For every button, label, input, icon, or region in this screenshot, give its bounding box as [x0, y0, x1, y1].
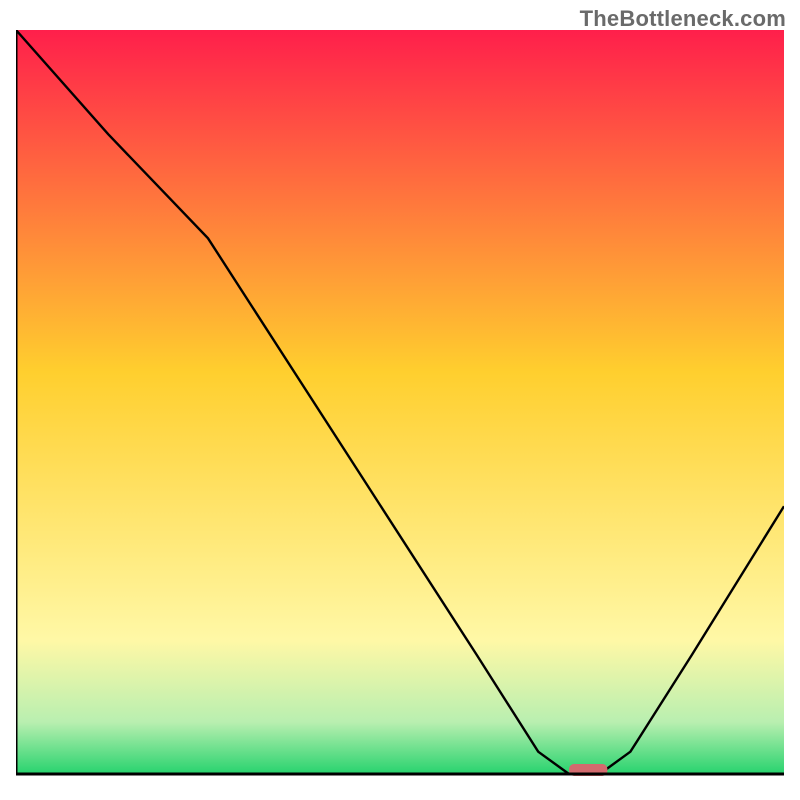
plot-background	[16, 30, 784, 774]
chart-frame: TheBottleneck.com	[0, 0, 800, 800]
watermark-label: TheBottleneck.com	[580, 6, 786, 32]
bottleneck-chart	[16, 30, 784, 784]
